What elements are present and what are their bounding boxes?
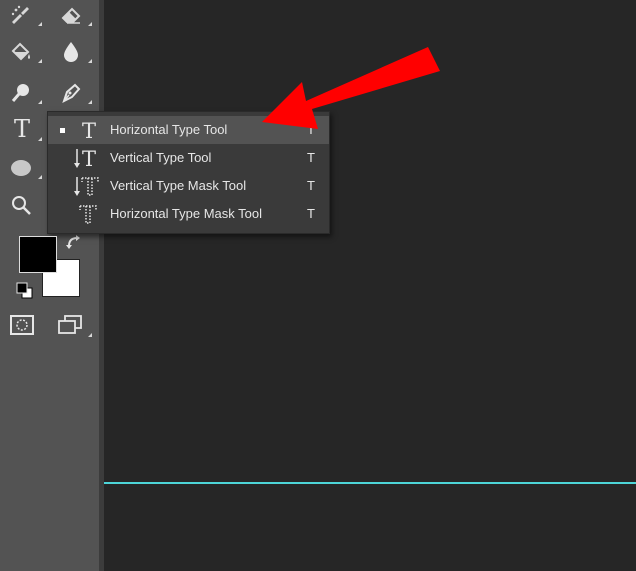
quick-mask-tool[interactable] <box>7 310 37 340</box>
flyout-item-shortcut: T <box>307 150 315 165</box>
canvas-guide-line[interactable] <box>104 482 636 484</box>
type-tool[interactable]: T <box>7 114 37 144</box>
blur-tool[interactable] <box>56 37 86 67</box>
flyout-item-vertical-type-mask[interactable]: Vertical Type Mask Tool T <box>48 172 329 200</box>
svg-text:T: T <box>82 119 96 141</box>
flyout-item-horizontal-type[interactable]: T Horizontal Type Tool T <box>48 116 329 144</box>
screen-mode-icon <box>58 315 82 334</box>
tool-group-indicator <box>88 100 92 104</box>
foreground-color-swatch[interactable] <box>19 236 57 273</box>
quick-mask-icon <box>10 315 34 335</box>
paint-bucket-tool[interactable] <box>6 37 36 67</box>
tool-group-indicator <box>88 333 92 337</box>
swap-colors-icon[interactable] <box>66 234 84 250</box>
flyout-item-shortcut: T <box>307 206 315 221</box>
flyout-item-label: Horizontal Type Tool <box>110 122 228 137</box>
tool-group-indicator <box>38 175 42 179</box>
vertical-type-icon: T <box>74 147 96 169</box>
default-colors-icon[interactable] <box>16 282 34 300</box>
spot-healing-brush-tool[interactable] <box>6 0 36 30</box>
zoom-tool[interactable] <box>6 190 36 220</box>
dodge-tool[interactable] <box>6 78 36 108</box>
eraser-icon <box>61 7 81 24</box>
horizontal-type-mask-icon <box>79 205 97 224</box>
zoom-icon <box>12 196 31 215</box>
tool-group-indicator <box>88 59 92 63</box>
ellipse-icon <box>11 160 31 176</box>
flyout-item-label: Horizontal Type Mask Tool <box>110 206 262 221</box>
eraser-tool[interactable] <box>56 0 86 30</box>
type-tool-flyout-menu: T Horizontal Type Tool T T Vertical Type… <box>47 111 330 234</box>
vertical-type-mask-icon <box>74 177 99 196</box>
flyout-item-label: Vertical Type Mask Tool <box>110 178 247 193</box>
type-icon: T <box>13 115 30 143</box>
svg-text:T: T <box>82 147 96 169</box>
paint-bucket-icon <box>11 42 30 61</box>
dodge-icon <box>11 84 29 102</box>
flyout-item-horizontal-type-mask[interactable]: Horizontal Type Mask Tool T <box>48 200 329 228</box>
tool-group-indicator <box>88 22 92 26</box>
pen-icon <box>62 83 81 103</box>
selected-bullet <box>60 128 65 133</box>
horizontal-type-icon: T <box>82 119 96 141</box>
tool-group-indicator <box>38 59 42 63</box>
document-canvas[interactable] <box>104 0 636 571</box>
tool-group-indicator <box>38 100 42 104</box>
screen-mode-tool[interactable] <box>55 310 85 340</box>
flyout-item-vertical-type[interactable]: T Vertical Type Tool T <box>48 144 329 172</box>
tool-group-indicator <box>38 137 42 141</box>
ellipse-tool[interactable] <box>6 152 36 182</box>
tool-group-indicator <box>38 22 42 26</box>
flyout-item-shortcut: T <box>307 122 315 137</box>
flyout-item-label: Vertical Type Tool <box>110 150 212 165</box>
spot-healing-brush-icon <box>11 5 29 24</box>
blur-drop-icon <box>64 42 78 62</box>
pen-tool[interactable] <box>56 78 86 108</box>
flyout-item-shortcut: T <box>307 178 315 193</box>
